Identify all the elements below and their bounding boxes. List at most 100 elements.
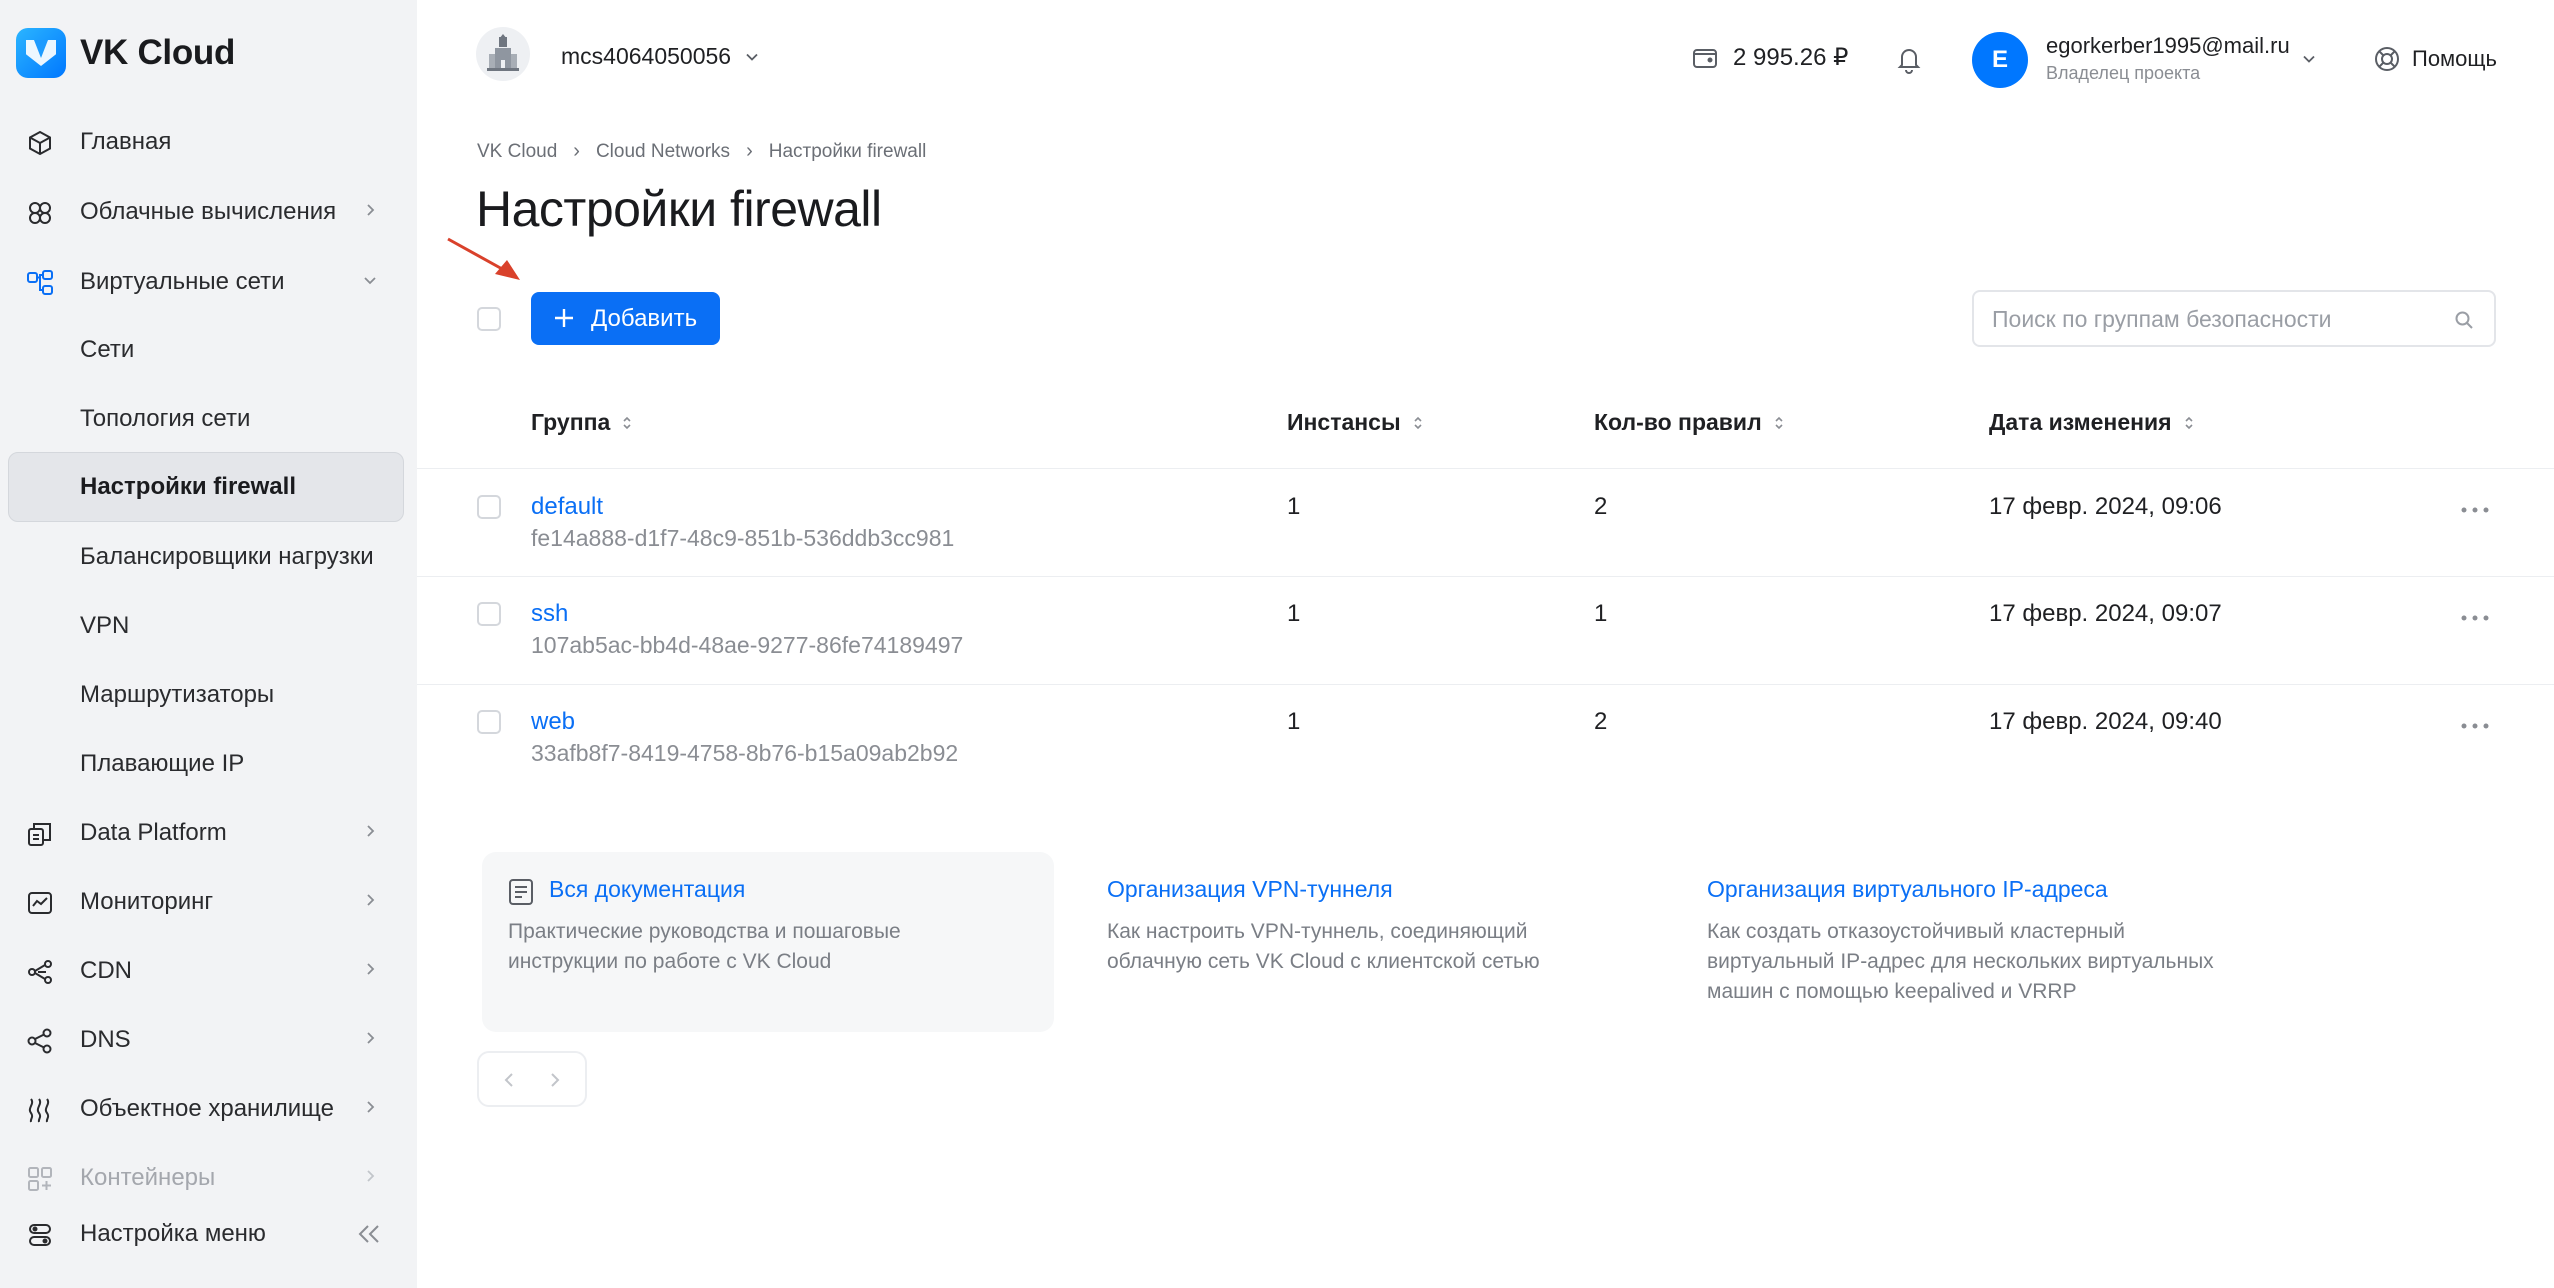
project-avatar[interactable]	[476, 27, 530, 81]
sidebar-item-containers[interactable]: Контейнеры	[0, 1146, 417, 1210]
brand-name: VK Cloud	[80, 33, 236, 72]
docs-pager	[477, 1051, 587, 1107]
balance-value[interactable]: 2 995.26 ₽	[1733, 43, 1848, 72]
modified-date: 17 февр. 2024, 09:40	[1989, 708, 2222, 735]
table-row[interactable]	[417, 684, 2554, 792]
sidebar-item-compute[interactable]: Облачные вычисления	[0, 180, 417, 244]
rules-count: 2	[1594, 493, 1608, 520]
group-name-link[interactable]: default	[531, 493, 603, 521]
chevron-down-icon[interactable]	[2302, 52, 2316, 66]
column-header-group[interactable]: Группа	[531, 409, 632, 436]
table-row[interactable]	[417, 576, 2554, 684]
row-checkbox[interactable]	[477, 710, 501, 734]
chevron-down-icon[interactable]	[745, 50, 759, 64]
sidebar-item-label: Балансировщики нагрузки	[80, 543, 374, 570]
sort-icon	[1775, 416, 1783, 429]
group-name-link[interactable]: web	[531, 708, 575, 736]
user-avatar[interactable]: E	[1972, 32, 2028, 88]
sidebar-item-label: VPN	[80, 612, 130, 639]
wallet-icon	[1693, 49, 1717, 68]
instances-count: 1	[1287, 600, 1301, 627]
sidebar-item-cdn[interactable]: CDN	[0, 939, 417, 1003]
castle-icon	[487, 34, 519, 71]
select-all-checkbox[interactable]	[477, 307, 501, 331]
column-header-modified[interactable]: Дата изменения	[1989, 409, 2194, 436]
sidebar-item-routers[interactable]: Маршрутизаторы	[0, 663, 417, 727]
sidebar-item-label: Настройки firewall	[80, 473, 296, 500]
chevron-right-icon	[367, 1101, 375, 1113]
chevron-right-icon	[367, 963, 375, 975]
logo[interactable]: VK Cloud	[16, 26, 235, 80]
doc-link-vpn[interactable]: Организация VPN-туннеля	[1107, 876, 1393, 903]
sidebar-item-data-platform[interactable]: Data Platform	[0, 801, 417, 865]
breadcrumb-item[interactable]: Cloud Networks	[596, 141, 730, 163]
column-header-instances[interactable]: Инстансы	[1287, 409, 1423, 436]
search-input[interactable]	[1992, 304, 2432, 334]
sidebar-item-dns[interactable]: DNS	[0, 1008, 417, 1072]
breadcrumb-separator: ›	[746, 140, 753, 162]
column-header-label: Кол-во правил	[1594, 409, 1762, 435]
sidebar-item-networks[interactable]: Сети	[0, 318, 417, 382]
more-actions-icon[interactable]	[2460, 506, 2490, 514]
row-checkbox[interactable]	[477, 602, 501, 626]
sidebar-item-floating-ip[interactable]: Плавающие IP	[0, 732, 417, 796]
sidebar-menu-settings[interactable]: Настройка меню	[0, 1202, 417, 1266]
sidebar-item-topology[interactable]: Топология сети	[0, 387, 417, 451]
compute-icon	[29, 202, 51, 224]
menu-settings-icon	[29, 1224, 51, 1246]
rules-count: 1	[1594, 600, 1608, 627]
monitoring-icon	[28, 892, 52, 914]
sidebar-item-label: Мониторинг	[80, 888, 214, 915]
doc-link-all[interactable]: Вся документация	[549, 876, 745, 903]
table-row[interactable]	[417, 468, 2554, 576]
dns-icon	[27, 1028, 52, 1054]
sidebar-item-load-balancers[interactable]: Балансировщики нагрузки	[0, 525, 417, 589]
chevron-right-icon[interactable]	[549, 1072, 561, 1088]
group-id: 33afb8f7-8419-4758-8b76-b15a09ab2b92	[531, 740, 959, 766]
sidebar-item-label: CDN	[80, 957, 132, 984]
sidebar-item-label: Главная	[80, 128, 172, 155]
sort-icon	[1414, 416, 1422, 429]
add-button[interactable]: Добавить	[531, 292, 720, 345]
more-actions-icon[interactable]	[2460, 722, 2490, 730]
collapse-sidebar-icon[interactable]	[356, 1222, 382, 1246]
sidebar-item-object-storage[interactable]: Объектное хранилище	[0, 1077, 417, 1141]
help-link[interactable]: Помощь	[2412, 46, 2497, 72]
user-email[interactable]: egorkerber1995@mail.ru	[2046, 33, 2290, 59]
column-header-rules[interactable]: Кол-во правил	[1594, 409, 1784, 436]
sidebar-item-home[interactable]: Главная	[0, 110, 417, 174]
sidebar-item-label: Маршрутизаторы	[80, 681, 275, 708]
containers-icon	[28, 1167, 52, 1191]
chevron-right-icon	[367, 825, 375, 837]
bell-icon[interactable]	[1895, 44, 1923, 74]
column-header-label: Группа	[531, 409, 611, 435]
column-header-label: Дата изменения	[1989, 409, 2172, 435]
modified-date: 17 февр. 2024, 09:07	[1989, 600, 2222, 627]
add-button-label: Добавить	[591, 304, 698, 332]
sidebar-item-label: DNS	[80, 1026, 131, 1053]
sidebar-item-vpn[interactable]: VPN	[0, 594, 417, 658]
project-name[interactable]: mcs4064050056	[561, 43, 731, 70]
search-icon[interactable]	[2454, 310, 2474, 330]
more-actions-icon[interactable]	[2460, 614, 2490, 622]
sidebar-item-virtual-networks[interactable]: Виртуальные сети	[0, 250, 417, 314]
instances-count: 1	[1287, 708, 1301, 735]
cdn-icon	[28, 960, 52, 984]
sidebar-item-firewall[interactable]: Настройки firewall	[8, 452, 404, 522]
rules-count: 2	[1594, 708, 1608, 735]
group-name-link[interactable]: ssh	[531, 600, 568, 628]
breadcrumb-item[interactable]: VK Cloud	[477, 141, 557, 163]
instances-count: 1	[1287, 493, 1301, 520]
cube-icon	[29, 130, 51, 156]
lifebuoy-icon[interactable]	[2373, 45, 2401, 73]
doc-link-virtual-ip[interactable]: Организация виртуального IP-адреса	[1707, 876, 2108, 903]
sidebar-item-monitoring[interactable]: Мониторинг	[0, 870, 417, 934]
sidebar-item-label: Сети	[80, 336, 135, 363]
modified-date: 17 февр. 2024, 09:06	[1989, 493, 2222, 520]
column-header-label: Инстансы	[1287, 409, 1401, 435]
chevron-right-icon	[367, 1170, 375, 1182]
sidebar-item-label: Облачные вычисления	[80, 198, 337, 225]
row-checkbox[interactable]	[477, 495, 501, 519]
sidebar-item-label: Data Platform	[80, 819, 227, 846]
chevron-left-icon[interactable]	[503, 1072, 515, 1088]
